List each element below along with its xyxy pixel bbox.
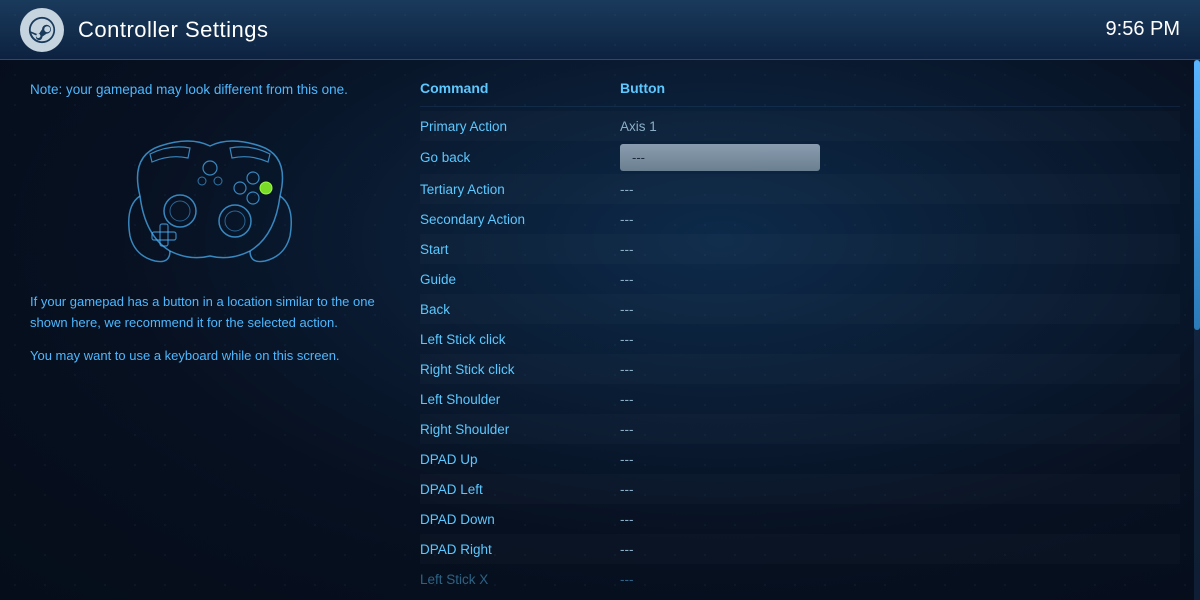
- info-text-1: If your gamepad has a button in a locati…: [30, 292, 390, 334]
- scrollbar-track[interactable]: [1194, 60, 1200, 600]
- table-row[interactable]: Guide ---: [420, 264, 1180, 294]
- row-button: ---: [620, 302, 1180, 317]
- row-button: ---: [620, 212, 1180, 227]
- controller-image: [90, 116, 330, 276]
- header: Controller Settings 9:56 PM: [0, 0, 1200, 60]
- table-row[interactable]: Primary Action Axis 1: [420, 111, 1180, 141]
- column-header-command: Command: [420, 80, 620, 96]
- clock-display: 9:56 PM: [1106, 18, 1180, 41]
- table-row[interactable]: DPAD Right ---: [420, 534, 1180, 564]
- table-header: Command Button: [420, 76, 1180, 107]
- row-button: ---: [620, 482, 1180, 497]
- row-button: ---: [620, 572, 1180, 585]
- row-button: ---: [620, 422, 1180, 437]
- row-button: ---: [620, 242, 1180, 257]
- scrollbar-thumb[interactable]: [1194, 60, 1200, 330]
- row-command: DPAD Right: [420, 542, 620, 557]
- row-button: ---: [620, 392, 1180, 407]
- row-command: Left Stick click: [420, 332, 620, 347]
- table-row[interactable]: Tertiary Action ---: [420, 174, 1180, 204]
- column-header-button: Button: [620, 80, 1180, 96]
- table-container: Command Button Primary Action Axis 1 Go …: [420, 76, 1200, 584]
- table-row[interactable]: DPAD Up ---: [420, 444, 1180, 474]
- row-command: Left Stick X: [420, 572, 620, 585]
- row-command: DPAD Left: [420, 482, 620, 497]
- right-panel: Command Button Primary Action Axis 1 Go …: [420, 60, 1200, 600]
- row-command: Right Shoulder: [420, 422, 620, 437]
- table-row[interactable]: DPAD Down ---: [420, 504, 1180, 534]
- table-row[interactable]: Left Shoulder ---: [420, 384, 1180, 414]
- row-button: ---: [620, 542, 1180, 557]
- row-button: ---: [620, 512, 1180, 527]
- info-text-2: You may want to use a keyboard while on …: [30, 346, 390, 367]
- row-button: ---: [620, 182, 1180, 197]
- row-command-go-back: Go back: [420, 150, 620, 165]
- table-row[interactable]: Secondary Action ---: [420, 204, 1180, 234]
- table-row[interactable]: Right Shoulder ---: [420, 414, 1180, 444]
- left-panel: Note: your gamepad may look different fr…: [0, 60, 420, 600]
- table-row[interactable]: Right Stick click ---: [420, 354, 1180, 384]
- table-row[interactable]: DPAD Left ---: [420, 474, 1180, 504]
- row-command: Tertiary Action: [420, 182, 620, 197]
- row-button: ---: [620, 272, 1180, 287]
- row-command: Back: [420, 302, 620, 317]
- row-command: DPAD Down: [420, 512, 620, 527]
- row-command: Left Shoulder: [420, 392, 620, 407]
- row-command: Secondary Action: [420, 212, 620, 227]
- row-command: Guide: [420, 272, 620, 287]
- row-button: ---: [620, 362, 1180, 377]
- row-command: Primary Action: [420, 119, 620, 134]
- row-button: ---: [620, 452, 1180, 467]
- row-command: DPAD Up: [420, 452, 620, 467]
- note-text: Note: your gamepad may look different fr…: [30, 80, 390, 100]
- table-row-go-back[interactable]: Go back: [420, 141, 1180, 174]
- row-command: Right Stick click: [420, 362, 620, 377]
- row-button: ---: [620, 332, 1180, 347]
- main-content: Note: your gamepad may look different fr…: [0, 60, 1200, 600]
- table-row[interactable]: Back ---: [420, 294, 1180, 324]
- steam-logo-icon: [20, 8, 64, 52]
- header-left: Controller Settings: [20, 8, 268, 52]
- table-row[interactable]: Start ---: [420, 234, 1180, 264]
- row-button: Axis 1: [620, 119, 1180, 134]
- row-command: Start: [420, 242, 620, 257]
- table-row-dim[interactable]: Left Stick X ---: [420, 564, 1180, 584]
- go-back-input[interactable]: [620, 144, 820, 171]
- table-row[interactable]: Left Stick click ---: [420, 324, 1180, 354]
- page-title: Controller Settings: [78, 17, 268, 43]
